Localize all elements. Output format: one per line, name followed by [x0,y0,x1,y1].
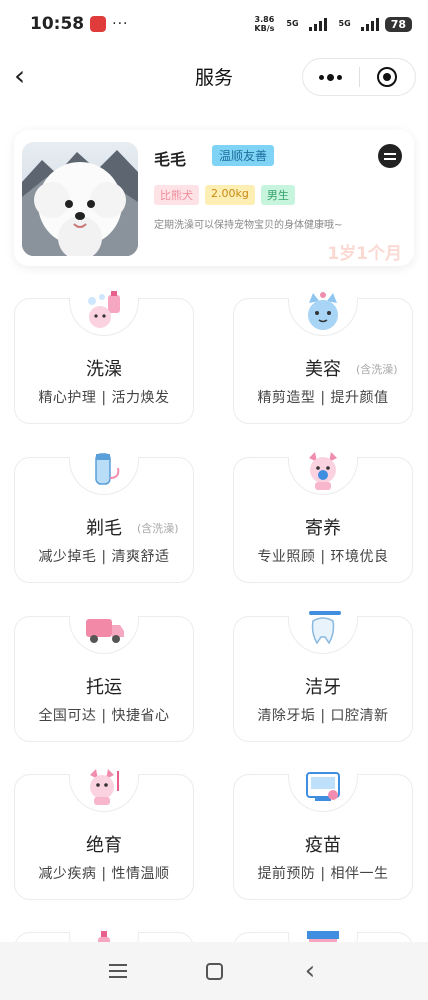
network-speed: 3.86 KB/s [254,15,275,33]
service-desc: 提前预防 | 相伴一生 [257,866,389,882]
pet-tags: 比熊犬 2.00kg 男生 [154,185,295,205]
status-time: 10:58 [30,14,85,34]
signal-icon: 5G [280,17,327,31]
back-button[interactable]: ‹ [14,62,25,90]
home-button[interactable] [199,956,229,986]
system-nav-bar: ‹ [0,942,428,1000]
service-name: 洁牙 [305,677,341,698]
cat-grooming-icon [308,292,338,330]
tooth-brush-icon [309,611,341,645]
truck-icon [86,619,124,643]
service-name: 洗澡 [86,359,122,380]
service-card-bath[interactable]: 洗澡 精心护理 | 活力焕发 [14,291,194,424]
service-desc: 减少掉毛 | 清爽舒适 [38,549,170,565]
service-name: 绝育 [86,835,122,856]
service-card-shave[interactable]: 剃毛 (含洗澡) 减少掉毛 | 清爽舒适 [14,453,194,583]
service-card-dental[interactable]: 洁牙 清除牙垢 | 口腔清新 [233,611,413,742]
service-desc: 专业照顾 | 环境优良 [257,549,389,565]
dog-boarding-icon [309,452,337,490]
gender-tag: 男生 [260,185,295,205]
more-menu-button[interactable] [303,73,359,81]
recent-apps-button[interactable] [103,956,133,986]
service-card-shipping[interactable]: 托运 全国可达 | 快捷省心 [14,616,194,742]
pet-card[interactable]: 毛毛 温顺友善 比熊犬 2.00kg 男生 定期洗澡可以保持宠物宝贝的身体健康哦… [14,130,414,266]
vaccine-icon [306,772,340,801]
service-desc: 精剪造型 | 提升颜值 [257,390,389,406]
service-desc: 减少疾病 | 性情温顺 [38,866,170,882]
weight-tag: 2.00kg [205,185,255,205]
battery-icon: 78 [384,16,412,32]
service-card-boarding[interactable]: 寄养 专业照顾 | 环境优良 [233,452,413,583]
page-title: 服务 [194,66,233,89]
pet-name: 毛毛 [154,150,187,169]
service-name: 寄养 [305,518,341,539]
clipper-icon [95,453,120,485]
close-miniprogram-button[interactable] [360,67,416,87]
page-header: ‹ 服务 [0,52,428,100]
service-card-grooming[interactable]: 美容 (含洗澡) 精剪造型 | 提升颜值 [233,292,413,424]
service-card-vaccine[interactable]: 疫苗 提前预防 | 相伴一生 [233,772,413,900]
service-note: (含洗澡) [137,522,179,535]
service-desc: 清除牙垢 | 口腔清新 [257,708,389,724]
signal-icon-2: 5G [333,17,379,31]
pet-age: 1岁1个月 [327,244,402,264]
dog-neuter-icon [90,769,119,805]
service-card-neuter[interactable]: 绝育 减少疾病 | 性情温顺 [14,769,194,900]
more-notifications-icon: ··· [112,16,129,32]
switch-pet-icon[interactable] [378,144,402,168]
breed-tag: 比熊犬 [154,185,199,205]
service-note: (含洗澡) [356,363,398,376]
system-back-button[interactable]: ‹ [295,956,325,986]
pet-avatar [22,142,138,256]
app-notification-icon [90,16,107,32]
miniprogram-capsule [302,58,416,96]
temperament-badge: 温顺友善 [212,145,275,166]
dog-bath-icon [88,291,120,328]
status-bar: 10:58 ··· 3.86 KB/s 5G 5G 78 [0,0,428,48]
service-desc: 全国可达 | 快捷省心 [38,708,170,724]
service-name: 托运 [86,677,122,698]
care-tip: 定期洗澡可以保持宠物宝贝的身体健康哦~ [154,220,343,231]
service-name: 疫苗 [305,835,341,856]
service-desc: 精心护理 | 活力焕发 [38,390,170,406]
